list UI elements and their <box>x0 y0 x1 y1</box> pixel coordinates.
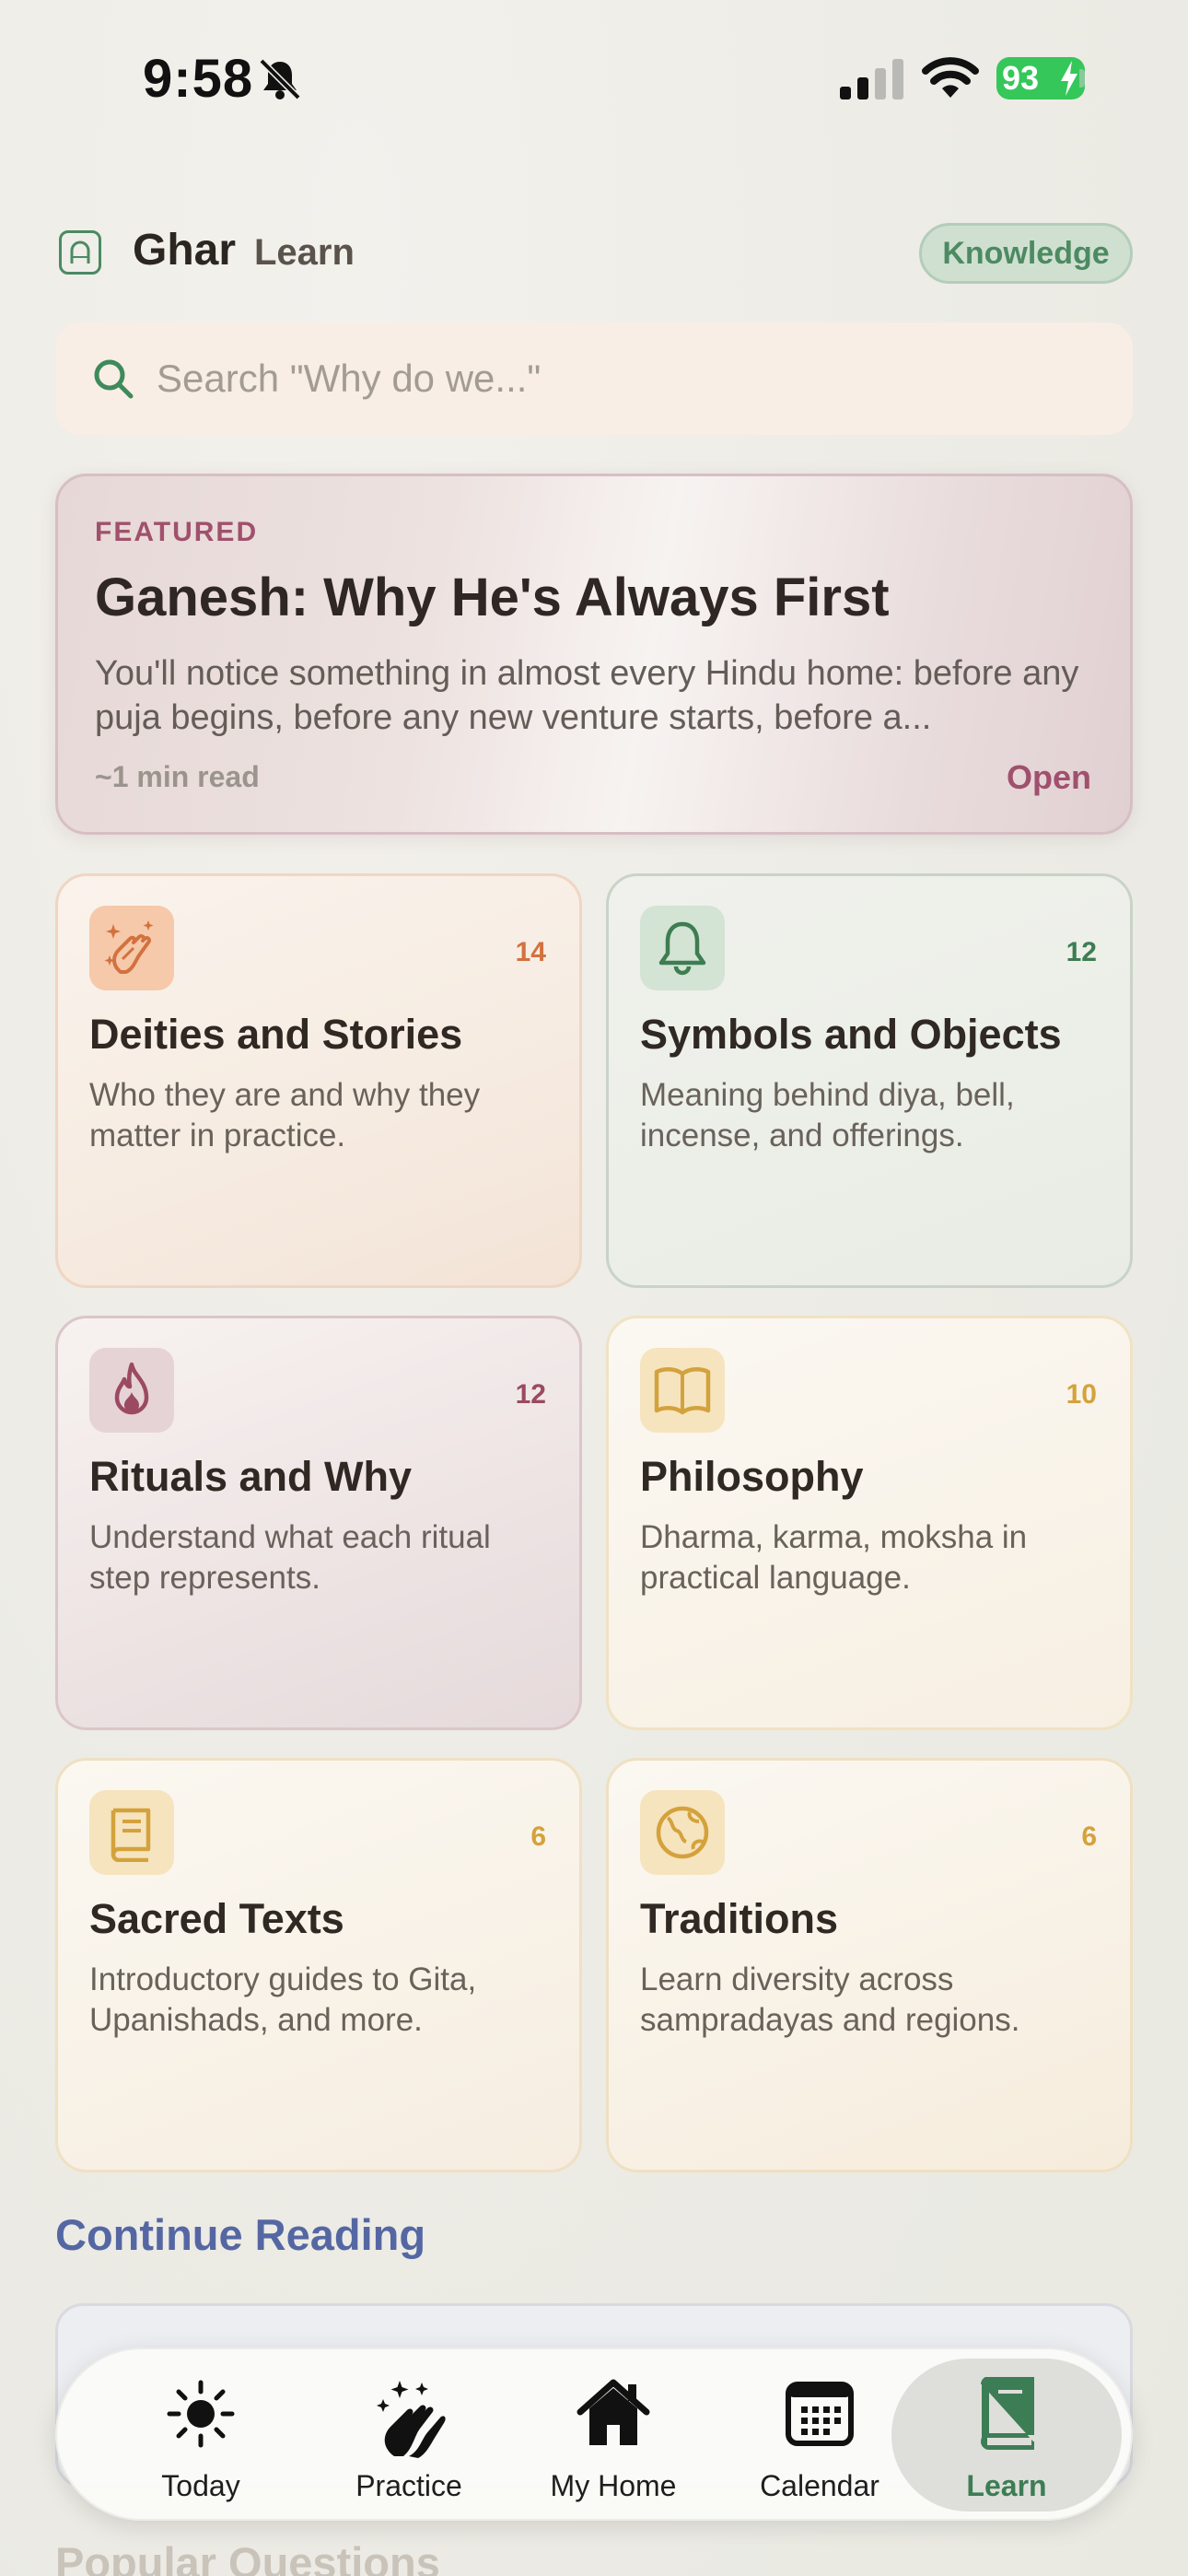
category-title: Philosophy <box>640 1453 864 1500</box>
category-title: Rituals and Why <box>89 1453 413 1500</box>
tab-label: Practice <box>355 2469 462 2502</box>
category-card-sacred-texts[interactable]: 6 Sacred Texts Introductory guides to Gi… <box>55 1758 582 2172</box>
category-title: Sacred Texts <box>89 1895 344 1942</box>
house-icon <box>577 2379 650 2445</box>
category-card-philosophy[interactable]: 10 Philosophy Dharma, karma, moksha in p… <box>606 1316 1133 1730</box>
bell-icon <box>640 906 725 990</box>
featured-read-time: ~1 min read <box>95 760 260 793</box>
popular-questions-heading: Popular Questions <box>55 2538 440 2576</box>
featured-open-button[interactable]: Open <box>1007 758 1091 797</box>
category-count: 6 <box>530 1821 546 1852</box>
category-card-traditions[interactable]: 6 Traditions Learn diversity across samp… <box>606 1758 1133 2172</box>
tab-label: Today <box>161 2469 240 2502</box>
category-description: Dharma, karma, moksha in practical langu… <box>640 1519 1028 1596</box>
open-book-icon <box>640 1348 725 1433</box>
book-icon <box>981 2377 1034 2450</box>
continue-reading-heading: Continue Reading <box>55 2210 426 2259</box>
cellular-signal-icon <box>840 59 903 100</box>
search-bar[interactable] <box>55 322 1133 435</box>
hands-sparkle-icon <box>377 2381 446 2458</box>
tab-label: My Home <box>550 2469 677 2502</box>
category-count: 14 <box>515 937 546 967</box>
battery-level: 93 <box>1002 59 1040 97</box>
learn-screen: 9:58 93 Ghar Learn Knowledge Search "Why… <box>0 0 1188 2576</box>
tab-label: Learn <box>966 2469 1047 2502</box>
category-title: Symbols and Objects <box>640 1011 1062 1058</box>
category-count: 12 <box>1066 937 1097 967</box>
category-card-rituals[interactable]: 12 Rituals and Why Understand what each … <box>55 1316 582 1730</box>
tab-practice[interactable]: Practice <box>308 2359 510 2512</box>
category-count: 6 <box>1081 1821 1097 1852</box>
tab-learn[interactable]: Learn <box>891 2359 1122 2512</box>
featured-title: Ganesh: Why He's Always First <box>95 568 890 627</box>
category-title: Traditions <box>640 1895 839 1942</box>
search-icon <box>94 359 134 399</box>
category-description: Who they are and why they matter in prac… <box>89 1077 481 1153</box>
tab-bar: Today Practice My Home Calendar Learn <box>55 2348 1133 2521</box>
category-description: Learn diversity across sampradayas and r… <box>640 1961 1020 2038</box>
namaste-sparkle-icon <box>89 906 174 990</box>
globe-icon <box>640 1790 725 1875</box>
search-input[interactable] <box>157 350 1096 407</box>
category-count: 10 <box>1066 1379 1097 1410</box>
battery-indicator: 93 <box>996 57 1085 100</box>
category-count: 12 <box>515 1379 546 1410</box>
status-time: 9:58 <box>143 49 254 109</box>
closed-book-icon <box>89 1790 174 1875</box>
featured-kicker: FEATURED <box>95 517 259 547</box>
knowledge-badge[interactable]: Knowledge <box>919 223 1133 284</box>
battery-tip <box>1079 69 1085 88</box>
wifi-icon <box>922 57 979 98</box>
featured-excerpt: You'll notice something in almost every … <box>95 654 1079 737</box>
calendar-icon <box>786 2382 854 2446</box>
bell-muted-icon <box>259 58 301 100</box>
brand-name: Ghar <box>133 226 237 275</box>
status-bar: 9:58 93 <box>0 0 1188 157</box>
featured-article-card[interactable]: FEATURED Ganesh: Why He's Always First Y… <box>55 474 1133 835</box>
category-card-symbols[interactable]: 12 Symbols and Objects Meaning behind di… <box>606 873 1133 1288</box>
tab-calendar[interactable]: Calendar <box>718 2359 921 2512</box>
category-card-deities[interactable]: 14 Deities and Stories Who they are and … <box>55 873 582 1288</box>
tab-label: Calendar <box>760 2469 879 2502</box>
flame-icon <box>89 1348 174 1433</box>
page-title: Learn <box>254 232 355 273</box>
category-description: Introductory guides to Gita, Upanishads,… <box>89 1961 477 2038</box>
tab-my-home[interactable]: My Home <box>512 2359 715 2512</box>
sun-icon <box>167 2380 235 2448</box>
category-description: Understand what each ritual step represe… <box>89 1519 491 1596</box>
category-title: Deities and Stories <box>89 1011 463 1058</box>
tab-today[interactable]: Today <box>99 2359 302 2512</box>
charging-bolt-icon <box>1061 61 1077 96</box>
app-logo-icon <box>59 230 101 275</box>
category-description: Meaning behind diya, bell, incense, and … <box>640 1077 1015 1153</box>
